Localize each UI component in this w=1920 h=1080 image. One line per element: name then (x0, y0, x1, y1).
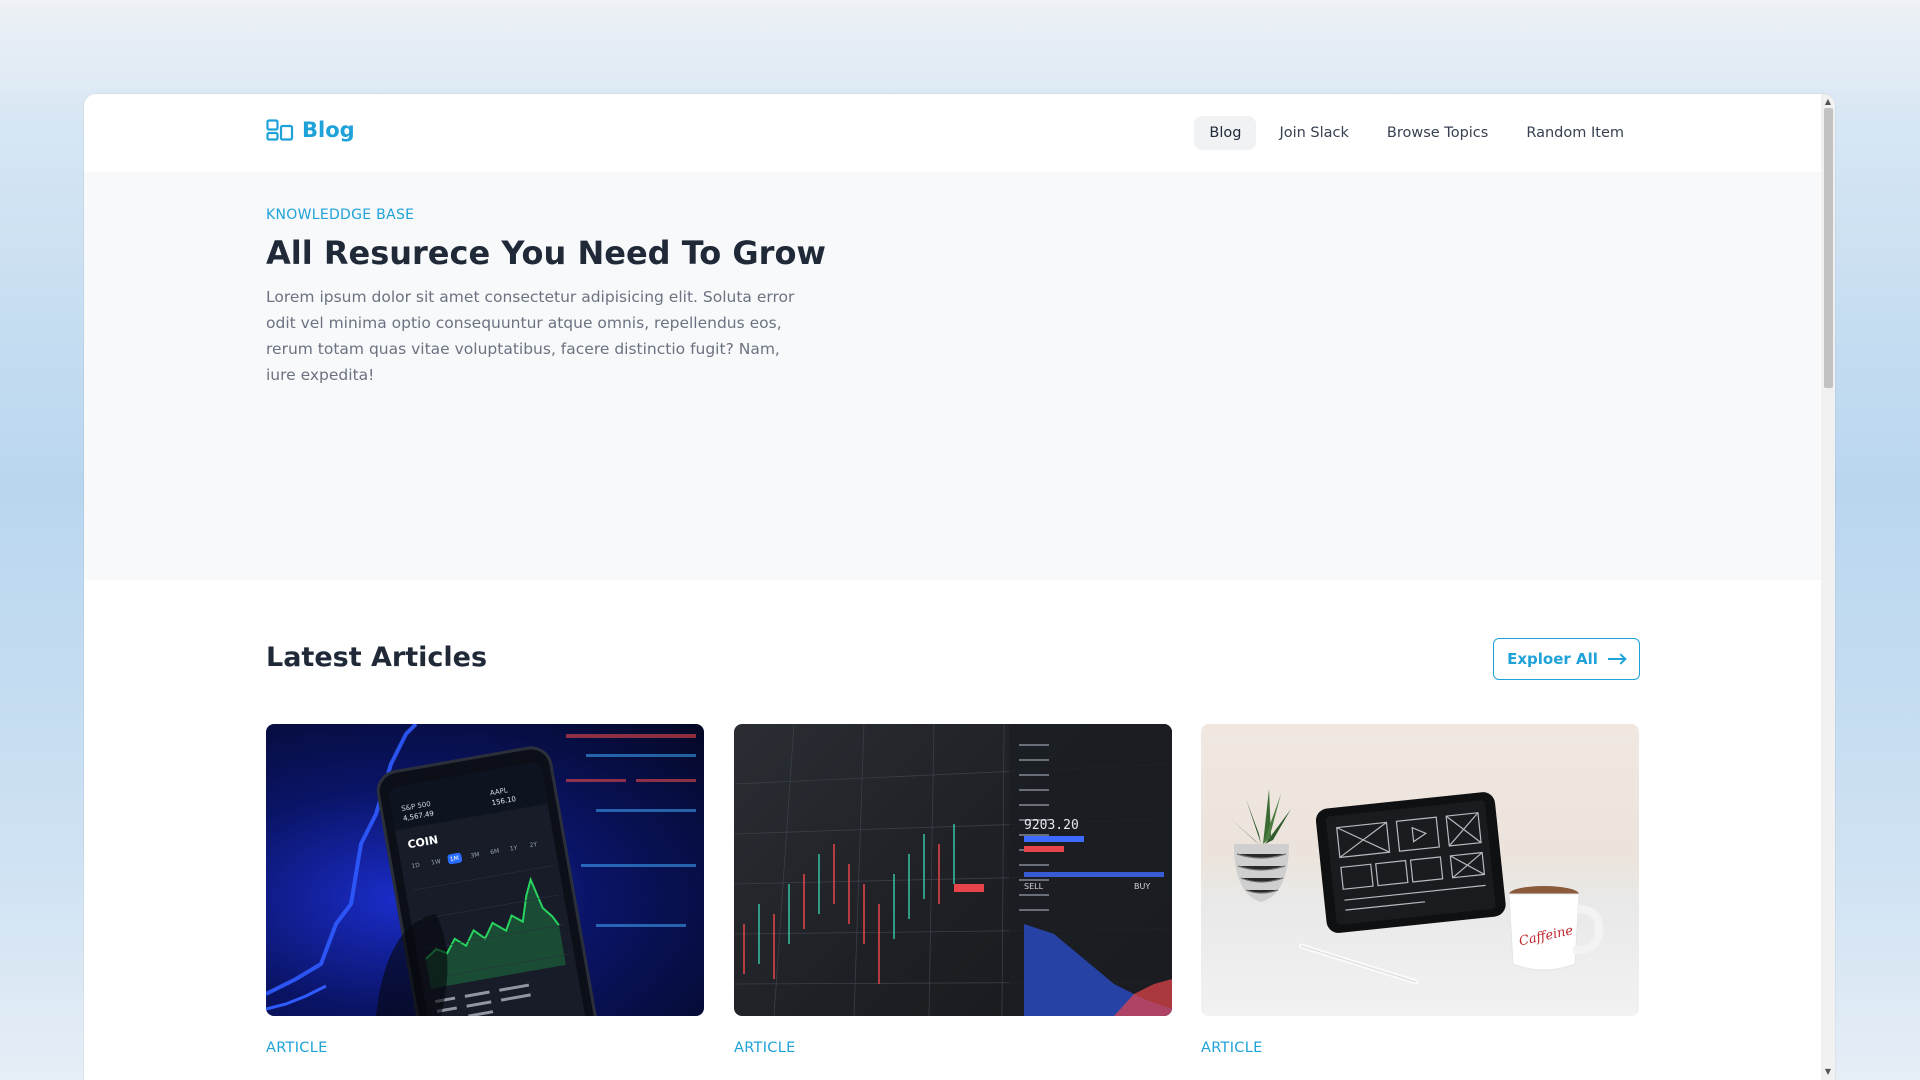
site-header: Blog Blog Join Slack Browse Topics Rando… (84, 94, 1821, 172)
trading-price: 9203.20 (1024, 818, 1079, 833)
hero-description: Lorem ipsum dolor sit amet consectetur a… (266, 288, 795, 384)
browser-window: Blog Blog Join Slack Browse Topics Rando… (84, 94, 1835, 1080)
logo-icon (266, 119, 294, 141)
main-nav: Blog Join Slack Browse Topics Random Ite… (1194, 116, 1639, 150)
explore-all-label: Exploer All (1507, 650, 1598, 668)
card-category[interactable]: ARTICLE (1201, 1040, 1263, 1056)
hero-eyebrow: KNOWLEDDGE BASE (266, 207, 415, 223)
arrow-right-icon (1607, 654, 1626, 664)
latest-articles-title: Latest Articles (266, 642, 488, 673)
trading-buy-label: BUY (1134, 882, 1150, 891)
scroll-thumb[interactable] (1824, 108, 1833, 388)
nav-join-slack[interactable]: Join Slack (1264, 116, 1363, 150)
card-image-trading-chart[interactable]: 9203.20 SELL BUY (734, 724, 1172, 1016)
card-image-tablet-desk[interactable]: Caffeine (1201, 724, 1639, 1016)
card-image-stock-app[interactable]: S&P 500 4,567.49 AAPL 156.10 COIN 1D 1W … (266, 724, 704, 1016)
article-card-1[interactable]: S&P 500 4,567.49 AAPL 156.10 COIN 1D 1W … (266, 724, 704, 1056)
trading-sell-label: SELL (1024, 882, 1044, 891)
nav-browse-topics[interactable]: Browse Topics (1372, 116, 1503, 150)
range-2y: 2Y (529, 841, 538, 849)
hero-title: All Resurece You Need To Grow (266, 234, 826, 272)
vertical-scrollbar[interactable]: ▲ ▼ (1821, 94, 1835, 1080)
nav-blog[interactable]: Blog (1194, 116, 1257, 150)
card-category[interactable]: ARTICLE (266, 1040, 328, 1056)
scroll-down-icon[interactable]: ▼ (1821, 1066, 1835, 1078)
range-1y: 1Y (509, 844, 518, 852)
article-card-2[interactable]: 9203.20 SELL BUY ARTICLE (734, 724, 1172, 1056)
nav-random-item[interactable]: Random Item (1511, 116, 1639, 150)
scroll-up-icon[interactable]: ▲ (1821, 96, 1835, 108)
card-category[interactable]: ARTICLE (734, 1040, 796, 1056)
logo[interactable]: Blog (266, 118, 355, 142)
explore-all-button[interactable]: Exploer All (1493, 638, 1640, 680)
logo-text: Blog (302, 118, 355, 142)
article-card-3[interactable]: Caffeine ARTICLE (1201, 724, 1639, 1056)
